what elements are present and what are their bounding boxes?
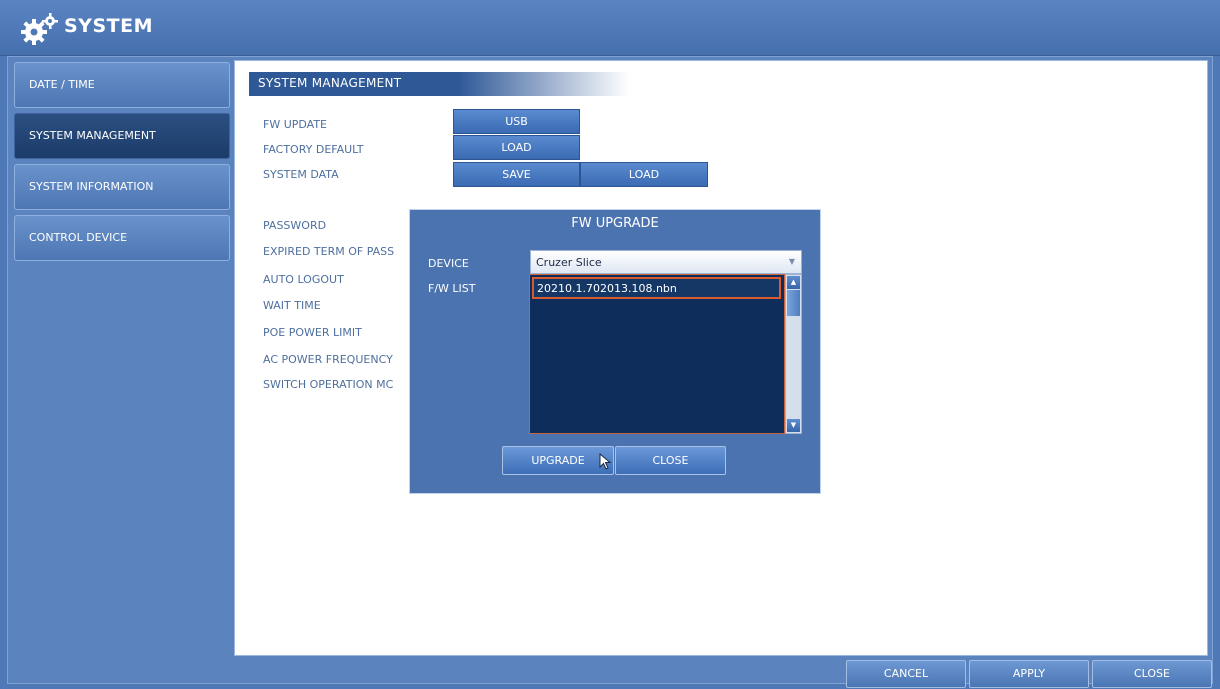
fw-file-list[interactable]: 20210.1.702013.108.nbn xyxy=(529,274,785,434)
system-data-load-button[interactable]: LOAD xyxy=(580,162,708,187)
device-select[interactable]: Cruzer Slice ▼ xyxy=(530,250,802,274)
auto-logout-label: AUTO LOGOUT xyxy=(263,273,344,286)
mouse-pointer-icon xyxy=(599,453,612,470)
wait-time-label: WAIT TIME xyxy=(263,299,321,312)
upgrade-button[interactable]: UPGRADE xyxy=(502,446,614,475)
scroll-up-icon[interactable]: ▲ xyxy=(787,276,800,289)
fw-list-label: F/W LIST xyxy=(428,282,476,295)
dialog-title: FW UPGRADE xyxy=(571,216,659,231)
ac-power-frequency-label: AC POWER FREQUENCY xyxy=(263,353,393,366)
fw-upgrade-dialog: FW UPGRADE DEVICE Cruzer Slice ▼ F/W LIS… xyxy=(409,209,821,494)
fw-update-usb-button[interactable]: USB xyxy=(453,109,580,134)
fw-list-scrollbar[interactable]: ▲ ▼ xyxy=(785,274,802,434)
scroll-thumb[interactable] xyxy=(787,290,800,316)
close-button[interactable]: CLOSE xyxy=(1092,660,1212,688)
expired-term-label: EXPIRED TERM OF PASS xyxy=(263,245,395,258)
sidebar-item-label: SYSTEM INFORMATION xyxy=(29,180,154,193)
chevron-down-icon: ▼ xyxy=(788,257,795,266)
sidebar-item-system-information[interactable]: SYSTEM INFORMATION xyxy=(14,164,230,210)
sidebar-item-label: DATE / TIME xyxy=(29,78,95,91)
device-label: DEVICE xyxy=(428,257,469,270)
system-data-save-button[interactable]: SAVE xyxy=(453,162,580,187)
poe-power-limit-label: POE POWER LIMIT xyxy=(263,326,362,339)
sidebar: DATE / TIME SYSTEM MANAGEMENT SYSTEM INF… xyxy=(14,62,230,266)
password-label: PASSWORD xyxy=(263,219,327,232)
upgrade-button-label: UPGRADE xyxy=(531,454,585,467)
sidebar-item-date-time[interactable]: DATE / TIME xyxy=(14,62,230,108)
device-value: Cruzer Slice xyxy=(536,256,602,269)
apply-button[interactable]: APPLY xyxy=(969,660,1089,688)
fw-update-label: FW UPDATE xyxy=(263,118,328,131)
title-bar: SYSTEM xyxy=(0,0,1220,56)
sidebar-item-label: CONTROL DEVICE xyxy=(29,231,128,244)
factory-default-label: FACTORY DEFAULT xyxy=(263,143,364,156)
system-data-label: SYSTEM DATA xyxy=(263,168,339,181)
gear-icon xyxy=(21,13,58,45)
sidebar-item-control-device[interactable]: CONTROL DEVICE xyxy=(14,215,230,261)
sidebar-item-label: SYSTEM MANAGEMENT xyxy=(29,129,156,142)
dialog-close-button[interactable]: CLOSE xyxy=(615,446,726,475)
sidebar-item-system-management[interactable]: SYSTEM MANAGEMENT xyxy=(14,113,230,159)
page-title: SYSTEM xyxy=(64,15,153,37)
cancel-button[interactable]: CANCEL xyxy=(846,660,966,688)
scroll-down-icon[interactable]: ▼ xyxy=(787,419,800,432)
list-item[interactable]: 20210.1.702013.108.nbn xyxy=(532,277,781,299)
factory-default-load-button[interactable]: LOAD xyxy=(453,135,580,160)
switch-operation-label: SWITCH OPERATION MC xyxy=(263,378,394,391)
section-title: SYSTEM MANAGEMENT xyxy=(249,72,629,96)
